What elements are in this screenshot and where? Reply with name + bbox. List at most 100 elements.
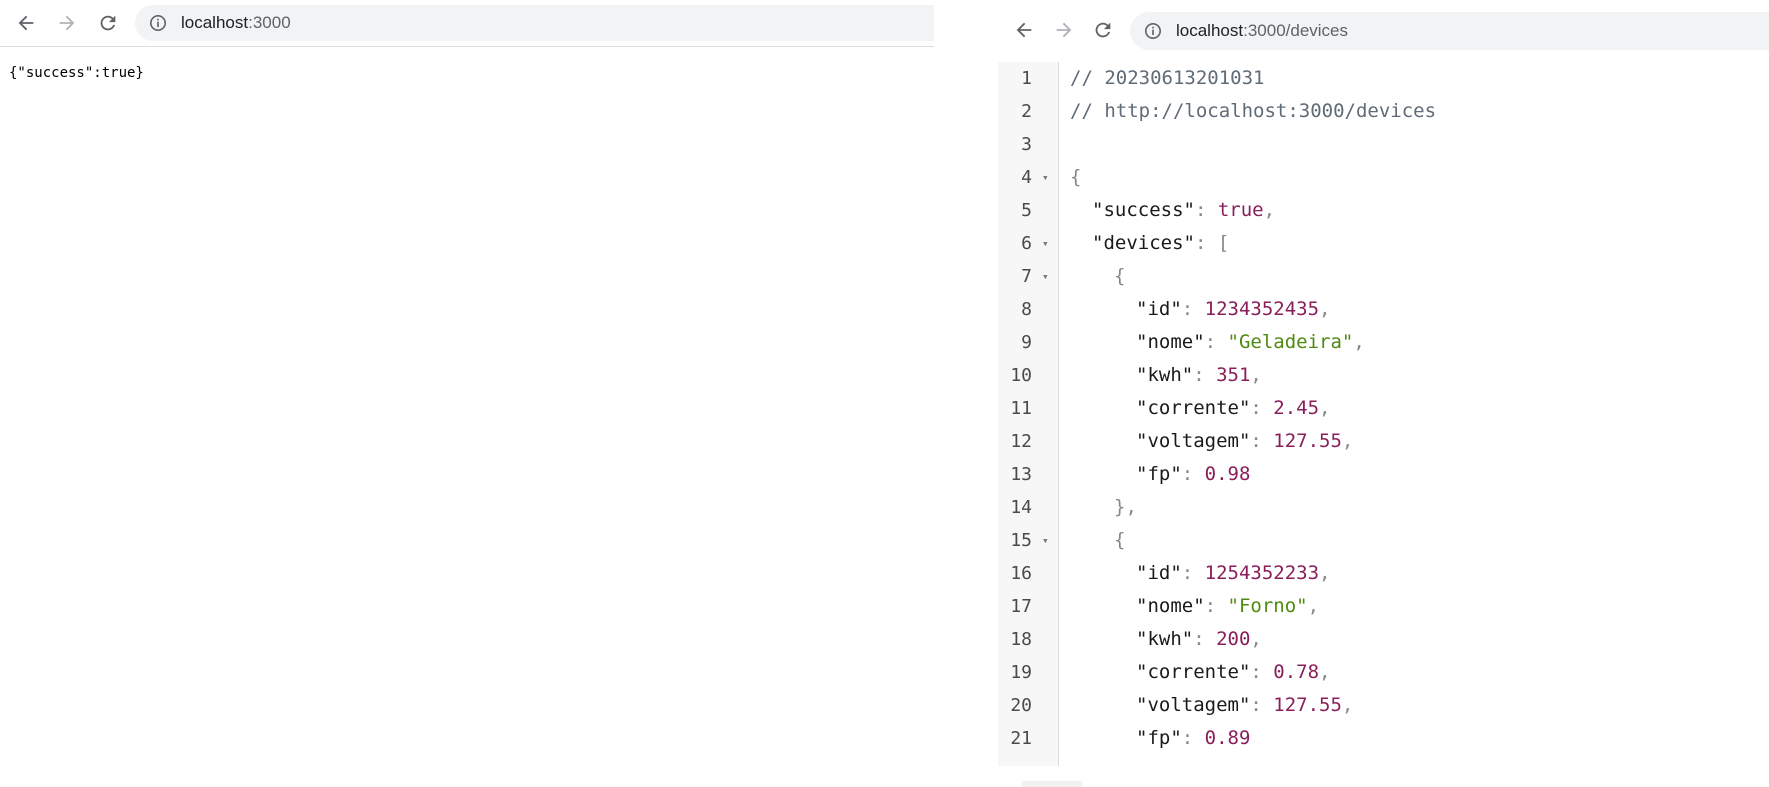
code-text: "corrente": 2.45, [1136,392,1331,425]
line-number: 1 [1021,68,1032,89]
code-line: 6 ▾ "devices": [ [998,227,1769,260]
token-num: 0.78 [1273,661,1320,683]
url-host: localhost [1176,21,1244,40]
back-button[interactable] [1004,10,1044,50]
token-key: "kwh" [1136,364,1194,386]
code-text: "devices": [ [1092,227,1229,260]
token-key: "voltagem" [1136,430,1251,452]
token-comment: // 20230613201031 [1070,67,1265,89]
code-text: "id": 1254352233, [1136,557,1331,590]
line-number: 15 [1010,530,1032,551]
line-number: 21 [1010,728,1032,749]
code-text: "id": 1234352435, [1136,293,1331,326]
line-number: 16 [1010,563,1032,584]
token-punc: : [ [1194,232,1230,254]
arrow-right-icon [59,15,75,31]
token-punc: : [1181,562,1205,584]
token-num: 1234352435 [1204,298,1320,320]
code-text: "voltagem": 127.55, [1136,425,1353,458]
token-key: "corrente" [1136,661,1251,683]
token-punc: , [1319,562,1331,584]
raw-json-body: {"success":true} [9,65,144,81]
token-comment: // http://localhost:3000/devices [1070,100,1437,122]
line-number: 9 [1021,332,1032,353]
token-punc: : [1181,727,1205,749]
address-bar[interactable]: localhost:3000 [135,5,934,41]
reload-button[interactable] [88,3,128,43]
code-text: // 20230613201031 [1070,62,1264,95]
token-punc: : [1250,694,1274,716]
token-punc: , [1319,661,1331,683]
token-num: 2.45 [1273,397,1320,419]
code-text: // http://localhost:3000/devices [1070,95,1436,128]
info-icon[interactable] [149,14,167,32]
token-punc: { [1070,166,1082,188]
line-number: 14 [1010,497,1032,518]
code-line: 9 "nome": "Geladeira", [998,326,1769,359]
back-button[interactable] [6,3,46,43]
fold-triangle-icon[interactable]: ▾ [1042,227,1049,260]
code-line: 12 "voltagem": 127.55, [998,425,1769,458]
code-line: 19 "corrente": 0.78, [998,656,1769,689]
token-key: "corrente" [1136,397,1251,419]
left-toolbar: localhost:3000 [0,0,934,46]
arrow-left-icon [1016,22,1032,38]
line-number: 13 [1010,464,1032,485]
code-text: "success": true, [1092,194,1275,227]
reload-icon [1095,22,1111,38]
code-line: 10 "kwh": 351, [998,359,1769,392]
code-text: { [1114,524,1125,557]
code-text: "nome": "Forno", [1136,590,1319,623]
token-key: "success" [1092,199,1195,221]
right-toolbar: localhost:3000/devices [998,0,1769,60]
token-key: "voltagem" [1136,694,1251,716]
info-icon[interactable] [1144,22,1162,40]
reload-icon [100,15,116,31]
reload-button[interactable] [1083,10,1123,50]
forward-button[interactable] [1044,10,1084,50]
line-number: 6 [1021,233,1032,254]
code-line: 1 // 20230613201031 [998,62,1769,95]
line-number: 17 [1010,596,1032,617]
token-punc: { [1114,529,1126,551]
fold-triangle-icon[interactable]: ▾ [1042,524,1049,557]
line-number: 3 [1021,134,1032,155]
code-text: "kwh": 200, [1136,623,1262,656]
line-number: 7 [1021,266,1032,287]
token-punc: : [1250,661,1274,683]
code-line: 8 "id": 1234352435, [998,293,1769,326]
code-line: 17 "nome": "Forno", [998,590,1769,623]
token-punc: , [1263,199,1276,221]
token-key: "devices" [1092,232,1195,254]
token-punc: : [1194,199,1218,221]
token-punc: , [1341,694,1354,716]
forward-button[interactable] [47,3,87,43]
left-browser-window: localhost:3000 {"success":true} [0,0,934,787]
fold-triangle-icon[interactable]: ▾ [1042,161,1049,194]
line-number: 12 [1010,431,1032,452]
code-line: 16 "id": 1254352233, [998,557,1769,590]
line-number: 5 [1021,200,1032,221]
token-key: "nome" [1136,331,1205,353]
token-str: "Geladeira" [1227,331,1354,353]
code-text: "fp": 0.98 [1136,458,1250,491]
token-num: 200 [1216,628,1251,650]
right-browser-window: localhost:3000/devices 1 // 2023061320103… [998,0,1769,787]
line-number: 11 [1010,398,1032,419]
fold-triangle-icon[interactable]: ▾ [1042,260,1049,293]
code-text: "nome": "Geladeira", [1136,326,1365,359]
token-num: 351 [1216,364,1251,386]
token-key: "id" [1136,298,1182,320]
token-punc: , [1250,364,1262,386]
arrow-right-icon [1056,22,1072,38]
address-bar[interactable]: localhost:3000/devices [1130,12,1769,50]
code-line: 11 "corrente": 2.45, [998,392,1769,425]
toolbar-divider [0,46,934,47]
token-punc: : [1193,628,1217,650]
code-line: 21 "fp": 0.89 [998,722,1769,755]
line-number: 8 [1021,299,1032,320]
token-punc: { [1114,265,1126,287]
code-text: { [1114,260,1125,293]
token-punc: : [1204,595,1228,617]
code-text: "kwh": 351, [1136,359,1262,392]
